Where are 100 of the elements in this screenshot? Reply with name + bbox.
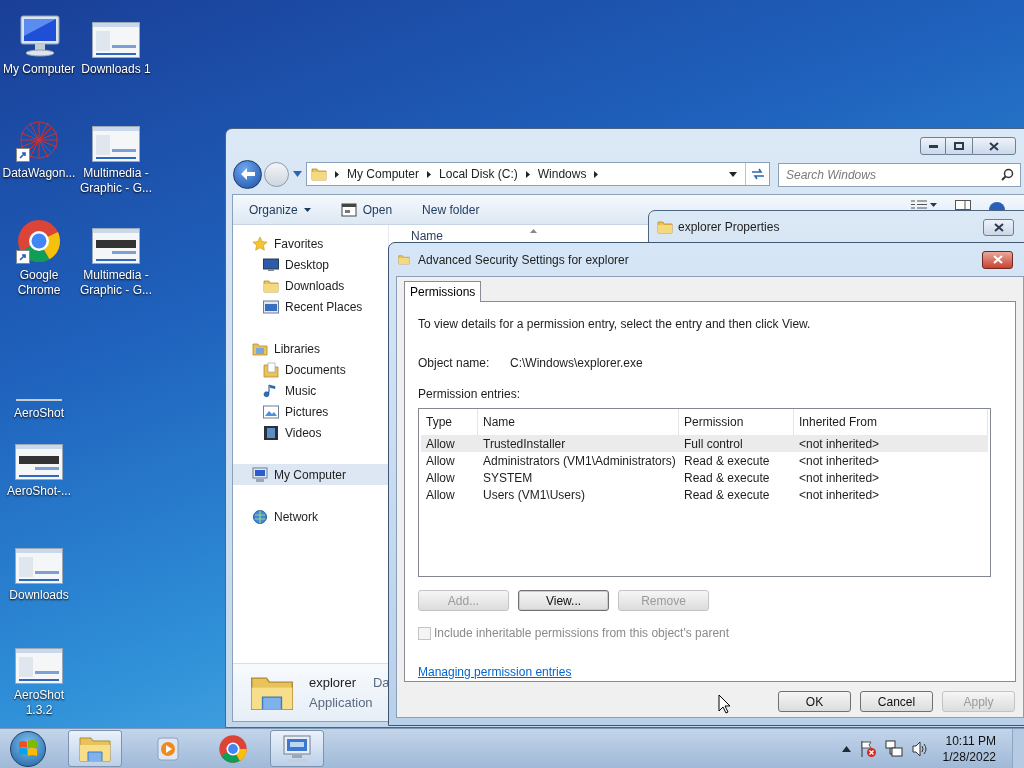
- object-name: C:\Windows\explorer.exe: [510, 355, 643, 372]
- chevron-right-icon: [525, 170, 530, 178]
- icon-label: Google Chrome: [16, 268, 62, 298]
- nav-item[interactable]: Favorites: [233, 233, 388, 254]
- screenshot-thumbnail-icon: [15, 548, 63, 584]
- icon-label: Downloads 1: [81, 62, 151, 77]
- table-cell-text: Allow: [425, 435, 456, 453]
- close-button[interactable]: [982, 250, 1013, 269]
- clock-time: 10:11 PM: [945, 732, 996, 749]
- table-cell-text: Full control: [683, 435, 744, 453]
- nav-item[interactable]: Desktop: [233, 254, 388, 275]
- nav-item[interactable]: Downloads: [233, 275, 388, 296]
- start-button[interactable]: [10, 730, 46, 767]
- remote-desktop-icon: [281, 733, 313, 764]
- details-label: Da: [372, 674, 390, 692]
- toolbar-button[interactable]: Organize: [249, 200, 311, 219]
- search-icon: [1001, 168, 1014, 181]
- help-link[interactable]: Managing permission entries: [418, 663, 572, 681]
- nav-item[interactable]: Music: [233, 380, 388, 401]
- screenshot-thumbnail-icon: [92, 228, 140, 264]
- field-label: Permission entries:: [418, 386, 522, 403]
- chevron-up-icon: [841, 745, 851, 752]
- toolbar-button[interactable]: New folder: [422, 200, 480, 219]
- permission-row[interactable]: Allow SYSTEM Read & execute <not inherited>: [421, 469, 988, 486]
- nav-item[interactable]: Network: [233, 506, 388, 527]
- icon-label: AeroShot: [13, 406, 64, 421]
- caret-down-icon: [729, 171, 737, 177]
- screenshot-thumbnail-icon: [92, 126, 140, 162]
- icon-label: AeroShot 1.3.2: [12, 688, 65, 718]
- address-bar[interactable]: My Computer Local Disk (C:) Windows: [306, 162, 770, 186]
- nav-item[interactable]: Recent Places: [233, 296, 388, 317]
- film-icon: [263, 424, 279, 441]
- breadcrumb[interactable]: Windows: [537, 165, 587, 183]
- chevron-right-icon: [427, 170, 432, 178]
- star-icon: [252, 235, 268, 252]
- checkbox-label: Include inheritable permissions from this object's parent: [434, 625, 730, 642]
- maximize-button[interactable]: [946, 137, 972, 155]
- table-cell-text: Administrators (VM1\Administrators): [482, 452, 677, 470]
- close-button[interactable]: [972, 137, 1016, 155]
- table-cell-text: Read & execute: [683, 486, 771, 504]
- nav-item[interactable]: Videos: [233, 422, 388, 443]
- nav-item[interactable]: My Computer: [233, 464, 388, 485]
- file-type: Application: [309, 693, 374, 712]
- table-cell-text: Read & execute: [683, 452, 771, 470]
- clock-date: 1/28/2022: [942, 748, 996, 765]
- nav-item[interactable]: Libraries: [233, 338, 388, 359]
- folder-icon: [657, 220, 673, 234]
- mouse-pointer-icon: [718, 694, 731, 714]
- icon-label: Multimedia - Graphic - G...: [79, 166, 153, 196]
- permission-row[interactable]: Allow Users (VM1\Users) Read & execute <not inherited>: [421, 486, 988, 503]
- refresh-icon: [750, 168, 765, 180]
- computer-icon: [252, 466, 268, 483]
- tab[interactable]: Permissions: [404, 281, 482, 302]
- close-icon: [992, 255, 1003, 264]
- preview-pane-icon: [955, 200, 971, 210]
- close-icon: [989, 141, 999, 151]
- window-icon: [340, 202, 357, 217]
- window-title: Advanced Security Settings for explorer: [418, 251, 629, 269]
- table-cell-text: <not inherited>: [798, 435, 881, 453]
- table-cell-text: SYSTEM: [482, 469, 534, 487]
- close-button[interactable]: [983, 218, 1014, 236]
- nav-item[interactable]: Pictures: [233, 401, 388, 422]
- column-header[interactable]: Name: [411, 229, 443, 243]
- action-button[interactable]: View...: [518, 590, 609, 611]
- volume-icon: [910, 739, 929, 758]
- pictures-icon: [263, 404, 279, 419]
- table-cell-text: <not inherited>: [798, 486, 881, 504]
- chevron-right-icon: [335, 170, 339, 178]
- chevron-right-icon: [594, 170, 599, 178]
- dialog-button[interactable]: Cancel: [860, 691, 933, 712]
- icon-label: Multimedia - Graphic - G...: [79, 268, 153, 298]
- taskbar-button[interactable]: [68, 730, 122, 767]
- flag-warning-icon: [858, 739, 877, 758]
- icon-label: AeroShot-...: [7, 484, 71, 499]
- breadcrumb[interactable]: My Computer: [347, 165, 420, 183]
- table-cell-text: Read & execute: [683, 469, 771, 487]
- permission-row[interactable]: Allow Administrators (VM1\Administrators) Read & execute <not inherited>: [421, 452, 988, 469]
- line-icon: [16, 398, 62, 402]
- screenshot-thumbnail-icon: [15, 648, 63, 684]
- minimize-button[interactable]: [920, 137, 946, 155]
- arrow-left-icon: [240, 168, 255, 180]
- table-cell-text: <not inherited>: [798, 452, 881, 470]
- table-cell-text: Allow: [425, 469, 456, 487]
- nav-item[interactable]: Documents: [233, 359, 388, 380]
- search-field[interactable]: Search Windows: [778, 163, 1021, 187]
- permission-row[interactable]: Allow TrustedInstaller Full control <not inherited>: [421, 435, 988, 452]
- dialog-button[interactable]: OK: [778, 691, 851, 712]
- caret-down-icon: [293, 171, 302, 177]
- desktop-icon: [263, 257, 279, 272]
- maximize-icon: [954, 142, 964, 150]
- close-icon: [993, 222, 1004, 232]
- folder-icon: [398, 252, 410, 267]
- caret-down-icon: [303, 207, 311, 212]
- breadcrumb[interactable]: Local Disk (C:): [439, 165, 518, 183]
- toolbar-button[interactable]: Open: [340, 200, 393, 219]
- back-button[interactable]: [233, 159, 262, 189]
- taskbar-button[interactable]: [270, 730, 324, 767]
- folder-icon: [263, 278, 279, 293]
- window-title: explorer Properties: [678, 219, 780, 236]
- minimize-icon: [928, 144, 938, 148]
